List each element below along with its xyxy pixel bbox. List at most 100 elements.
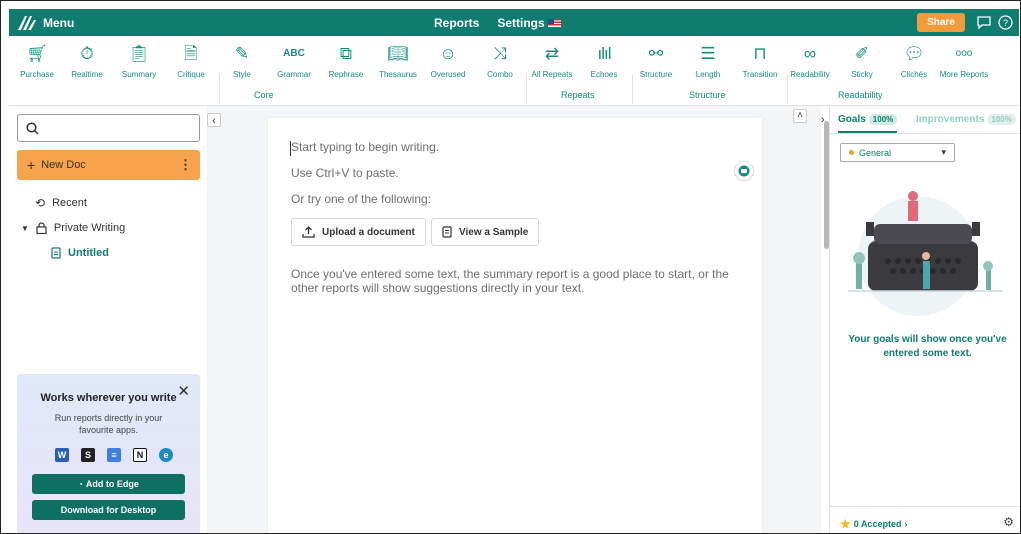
status-dot	[849, 150, 854, 155]
improvements-label: Improvements	[916, 114, 985, 125]
tool-more-reports[interactable]: ooo More Reports	[938, 43, 990, 79]
panel-footer: ★ 0 Accepted › ⚙	[830, 506, 1020, 533]
expand-panel-icon[interactable]: ›	[821, 114, 825, 126]
add-to-edge-button[interactable]: ◔ Add to Edge	[32, 474, 185, 494]
tool-length[interactable]: ☰ Length	[682, 43, 734, 79]
tool-label: Purchase	[20, 70, 54, 79]
private-writing-label: Private Writing	[53, 222, 126, 234]
search-input[interactable]	[17, 114, 200, 142]
scroll-up-icon[interactable]: ˄	[793, 109, 807, 123]
chat-icon[interactable]	[975, 13, 993, 31]
speech-icon: 💬︎	[903, 44, 925, 63]
tool-label: Clichés	[900, 70, 928, 79]
tool-overused[interactable]: ☺ Overused	[422, 43, 474, 79]
rephrase-icon: ⧉	[339, 44, 353, 63]
tool-cliches[interactable]: 💬︎ Clichés	[888, 43, 940, 79]
structure-icon: ⚯	[648, 44, 664, 63]
google-docs-icon: ≡	[107, 448, 121, 462]
tool-summary[interactable]: 📋︎ Summary	[113, 43, 165, 79]
tool-label: Echoes	[590, 70, 618, 79]
panel-tabs: Goals 100% Improvements 100%	[830, 106, 1020, 134]
nav-reports[interactable]: Reports	[434, 16, 479, 30]
tool-label: Length	[695, 70, 721, 79]
tool-realtime[interactable]: ⏱︎ Realtime	[61, 43, 113, 79]
tool-echoes[interactable]: ılıl Echoes	[578, 43, 630, 79]
group-label-structure: Structure	[689, 90, 726, 100]
goals-empty-message: Your goals will show once you've entered…	[848, 334, 1007, 359]
tool-thesaurus[interactable]: 📖︎ Thesaurus	[372, 43, 424, 79]
upload-document-button[interactable]: Upload a document	[291, 218, 426, 246]
app-frame: Menu Reports Settings Share ? 🛒︎ Purchase…	[0, 0, 1021, 534]
tool-sticky[interactable]: ✐ Sticky	[836, 43, 888, 79]
tab-goals[interactable]: Goals 100%	[838, 114, 898, 133]
tool-label: More Reports	[939, 70, 989, 79]
tool-critique[interactable]: 🗎︎ Critique	[165, 43, 217, 79]
group-label-core: Core	[254, 90, 274, 100]
tool-grammar[interactable]: ABC Grammar	[268, 43, 320, 79]
tool-all-repeats[interactable]: ⇄ All Repeats	[526, 43, 578, 79]
nav-settings-label: Settings	[497, 15, 545, 30]
goals-badge: 100%	[868, 114, 898, 125]
tool-label: Combo	[487, 70, 513, 79]
word-icon: W	[55, 448, 69, 462]
book-icon: 📖︎	[387, 44, 409, 63]
nav-private-writing[interactable]: ▼ Private Writing	[21, 222, 125, 234]
accepted-label: 0 Accepted	[853, 519, 902, 529]
tool-structure[interactable]: ⚯ Structure	[630, 43, 682, 79]
goal-select[interactable]: General ▾	[840, 143, 955, 162]
menu-button[interactable]: Menu	[17, 14, 74, 32]
us-flag-icon	[547, 18, 561, 28]
promo-card: ✕ Works wherever you write Run reports d…	[17, 374, 200, 533]
accepted-link[interactable]: ★ 0 Accepted ›	[840, 517, 907, 531]
plus-icon: +	[27, 157, 36, 173]
shuffle-icon: ⤨	[493, 44, 507, 63]
sample-label: View a Sample	[459, 226, 529, 238]
tool-label: Overused	[430, 70, 466, 79]
tool-transition[interactable]: ⊓ Transition	[734, 43, 786, 79]
right-panel: › Goals 100% Improvements 100% General ▾	[821, 106, 1020, 533]
top-nav: Reports Settings	[434, 9, 561, 36]
group-label-readability: Readability	[838, 90, 883, 100]
upload-icon	[302, 226, 315, 238]
star-icon: ★	[840, 517, 851, 531]
add-to-edge-label: Add to Edge	[85, 479, 139, 489]
help-icon[interactable]: ?	[996, 13, 1014, 31]
tool-combo[interactable]: ⤨ Combo	[474, 43, 526, 79]
kebab-menu-icon[interactable]: ⋮	[179, 157, 192, 173]
search-icon	[26, 121, 39, 135]
assistant-icon[interactable]	[734, 161, 754, 181]
logo-icon	[18, 15, 36, 30]
critique-icon: 🗎︎	[184, 44, 198, 63]
soundwave-icon: ılıl	[597, 44, 612, 63]
gear-icon[interactable]: ⚙	[1003, 515, 1014, 529]
history-icon: ⟲	[35, 196, 46, 210]
top-bar: Menu Reports Settings Share ?	[9, 9, 1019, 36]
tool-rephrase[interactable]: ⧉ Rephrase	[320, 43, 372, 79]
new-doc-button[interactable]: + New Doc ⋮	[17, 150, 200, 180]
document-icon	[51, 247, 61, 259]
nav-recent[interactable]: ⟲ Recent	[35, 196, 87, 210]
clipboard-icon: 📋︎	[128, 44, 150, 63]
promo-description: Run reports directly in your favourite a…	[54, 413, 163, 435]
promo-title: Works wherever you write	[40, 392, 177, 404]
tool-style[interactable]: ✎ Style	[216, 43, 268, 79]
glasses-icon: ∞	[803, 44, 817, 63]
nav-settings[interactable]: Settings	[497, 15, 561, 30]
more-icon: ooo	[955, 48, 973, 59]
placeholder-options: Or try one of the following:	[291, 192, 432, 206]
share-button[interactable]: Share	[917, 13, 965, 32]
upload-label: Upload a document	[322, 226, 415, 238]
goals-label: Goals	[838, 114, 866, 125]
collapse-sidebar-icon[interactable]: ‹	[207, 113, 221, 127]
tool-purchase[interactable]: 🛒︎ Purchase	[11, 43, 63, 79]
download-desktop-button[interactable]: Download for Desktop	[32, 500, 185, 520]
group-label-repeats: Repeats	[561, 90, 595, 100]
chevron-right-icon: ›	[904, 519, 908, 529]
doc-untitled[interactable]: Untitled	[51, 247, 109, 259]
caret-down-icon: ▼	[21, 223, 29, 233]
editor-page[interactable]: Start typing to begin writing. Use Ctrl+…	[268, 118, 762, 533]
tool-readability[interactable]: ∞ Readability	[784, 43, 836, 79]
view-sample-button[interactable]: View a Sample	[431, 218, 540, 246]
tab-improvements[interactable]: Improvements 100%	[916, 114, 1016, 125]
stopwatch-icon: ⏱︎	[80, 44, 94, 63]
